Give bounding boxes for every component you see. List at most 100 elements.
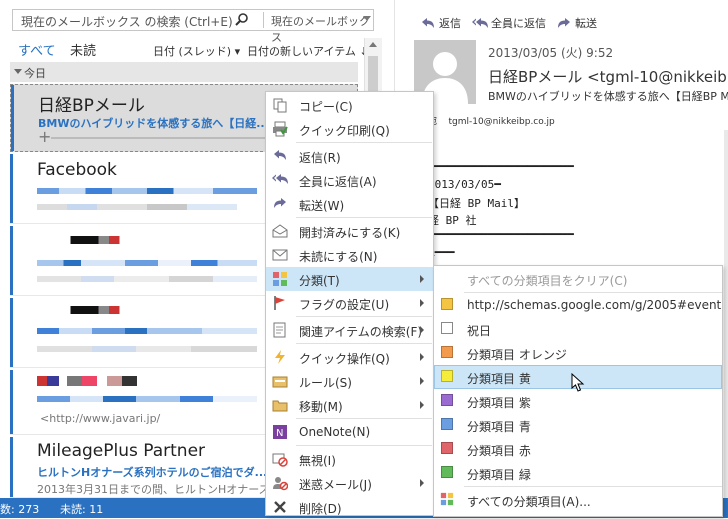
mail-preview: <http://www.javari.jp/ [40,412,161,425]
menu-item-quick-steps[interactable]: クイック操作(Q) [266,345,433,369]
menu-label: 分類(T) [299,274,340,288]
filter-unread-tab[interactable]: 未読 [70,40,96,59]
blurred-sender [37,376,137,386]
reply-all-button[interactable]: 全員に返信 [472,15,546,31]
mail-sender: Facebook [37,160,117,180]
menu-item-reply[interactable]: 返信(R) [266,144,433,168]
menu-item-find-related[interactable]: 関連アイテムの検索(F) [266,318,433,342]
print-icon [273,121,288,137]
submenu-label: 分類項目 赤 [467,444,531,458]
blurred-preview [37,204,237,210]
body-line: 2013/03/05━ [428,178,501,191]
submenu-arrow-icon [420,377,424,385]
menu-separator [296,142,432,143]
menu-item-flag[interactable]: フラグの設定(U) [266,291,433,315]
rules-icon [272,376,288,388]
reading-scrollbar[interactable] [724,130,728,498]
menu-item-reply-all[interactable]: 全員に返信(A) [266,168,433,192]
submenu-item-category[interactable]: 分類項目 赤 [434,437,722,461]
menu-item-delete[interactable]: 削除(D) [266,495,433,519]
submenu-item-all-categories[interactable]: すべての分類項目(A)... [434,488,722,512]
menu-separator [296,445,432,446]
submenu-label: 分類項目 緑 [467,468,531,482]
submenu-label: 分類項目 黄 [467,372,531,386]
group-label: 今日 [24,67,46,80]
submenu-arrow-icon [420,275,424,283]
message-date: 2013/03/05 (火) 9:52 [488,46,614,60]
search-icon[interactable] [234,12,250,28]
menu-item-copy[interactable]: コピー(C) [266,93,433,117]
menu-label: 開封済みにする(K) [299,226,401,240]
category-swatch [441,466,453,478]
menu-item-rules[interactable]: ルール(S) [266,369,433,393]
scroll-up-icon[interactable] [369,42,377,47]
category-swatch [441,298,453,310]
submenu-item-category[interactable]: 分類項目 青 [434,413,722,437]
menu-label: 転送(W) [299,199,345,213]
sort-by-menu[interactable]: 日付 (スレッド) ▾ [153,43,240,59]
unread-bar [10,437,13,497]
category-swatch [441,418,453,430]
menu-item-mark-read[interactable]: 開封済みにする(K) [266,219,433,243]
status-item-count: 数: 273 [0,503,40,516]
menu-item-categorize[interactable]: 分類(T) [266,267,433,291]
menu-label: 削除(D) [299,502,342,516]
blurred-sender [60,236,130,244]
menu-item-quick-print[interactable]: クイック印刷(Q) [266,117,433,141]
submenu-label: http://schemas.google.com/g/2005#event [467,298,722,312]
category-swatch [441,370,453,382]
quick-steps-icon [275,350,285,364]
reply-icon [274,150,286,160]
menu-separator [296,316,432,317]
reply-all-icon [272,174,288,184]
submenu-arrow-icon [420,401,424,409]
search-scope[interactable]: 現在のメールボックス [271,13,373,45]
menu-separator [296,418,432,419]
menu-item-move[interactable]: 移動(M) [266,393,433,417]
body-line: ━━━━━━━━━━━━━━━━━━━━━━ [428,228,574,241]
menu-label: 関連アイテムの検索(F) [299,325,423,339]
blurred-sender [60,306,130,314]
reply-button[interactable]: 返信 [420,15,461,31]
mail-subject: ヒルトンHオナーズ系列ホテルのご宿泊でダ... [37,466,268,479]
filter-all-tab[interactable]: すべて [18,40,56,59]
submenu-item-category[interactable]: http://schemas.google.com/g/2005#event [434,293,722,317]
unread-icon [272,249,288,261]
delete-icon [274,501,286,513]
submenu-item-category[interactable]: 分類項目 緑 [434,461,722,485]
collapse-triangle-icon[interactable] [14,69,22,74]
search-box[interactable]: 現在のメールボックス の検索 (Ctrl+E) 現在のメールボックス [12,9,374,44]
svg-text:N: N [276,428,283,439]
forward-button[interactable]: 転送 [556,15,597,31]
menu-label: コピー(C) [299,100,353,114]
onenote-icon: N [273,425,287,439]
submenu-item-category[interactable]: 祝日 [434,317,722,341]
forward-label: 転送 [575,17,597,30]
submenu-item-category[interactable]: 分類項目 オレンジ [434,341,722,365]
menu-label: ルール(S) [299,376,352,390]
submenu-arrow-icon [420,479,424,487]
submenu-arrow-icon [420,299,424,307]
submenu-item-clear-all[interactable]: すべての分類項目をクリア(C) [434,267,722,291]
expand-plus-icon[interactable]: + [38,127,51,146]
category-swatch [441,346,453,358]
menu-label: 移動(M) [299,400,343,414]
menu-item-forward[interactable]: 転送(W) [266,192,433,216]
sort-order-toggle[interactable]: 日付の新しいアイテム ↓ [247,43,369,59]
blurred-preview [37,276,257,282]
menu-item-junk[interactable]: 迷惑メール(J) [266,471,433,495]
submenu-label: すべての分類項目(A)... [467,495,591,509]
to-address: tgml-10@nikkeibp.co.jp [448,117,555,127]
menu-item-onenote[interactable]: N OneNote(N) [266,420,433,444]
chevron-down-icon[interactable] [363,16,371,21]
search-input[interactable]: 現在のメールボックス の検索 (Ctrl+E) [21,13,233,30]
blurred-subject [37,260,257,266]
move-icon [272,400,288,412]
junk-icon [273,477,288,491]
group-header-today[interactable]: 今日 [10,62,358,82]
message-from: 日経BPメール <tgml-10@nikkeibp.c [488,68,728,86]
menu-item-ignore[interactable]: 無視(I) [266,447,433,471]
menu-item-mark-unread[interactable]: 未読にする(N) [266,243,433,267]
menu-label: 返信(R) [299,151,341,165]
submenu-label: 祝日 [467,324,492,338]
